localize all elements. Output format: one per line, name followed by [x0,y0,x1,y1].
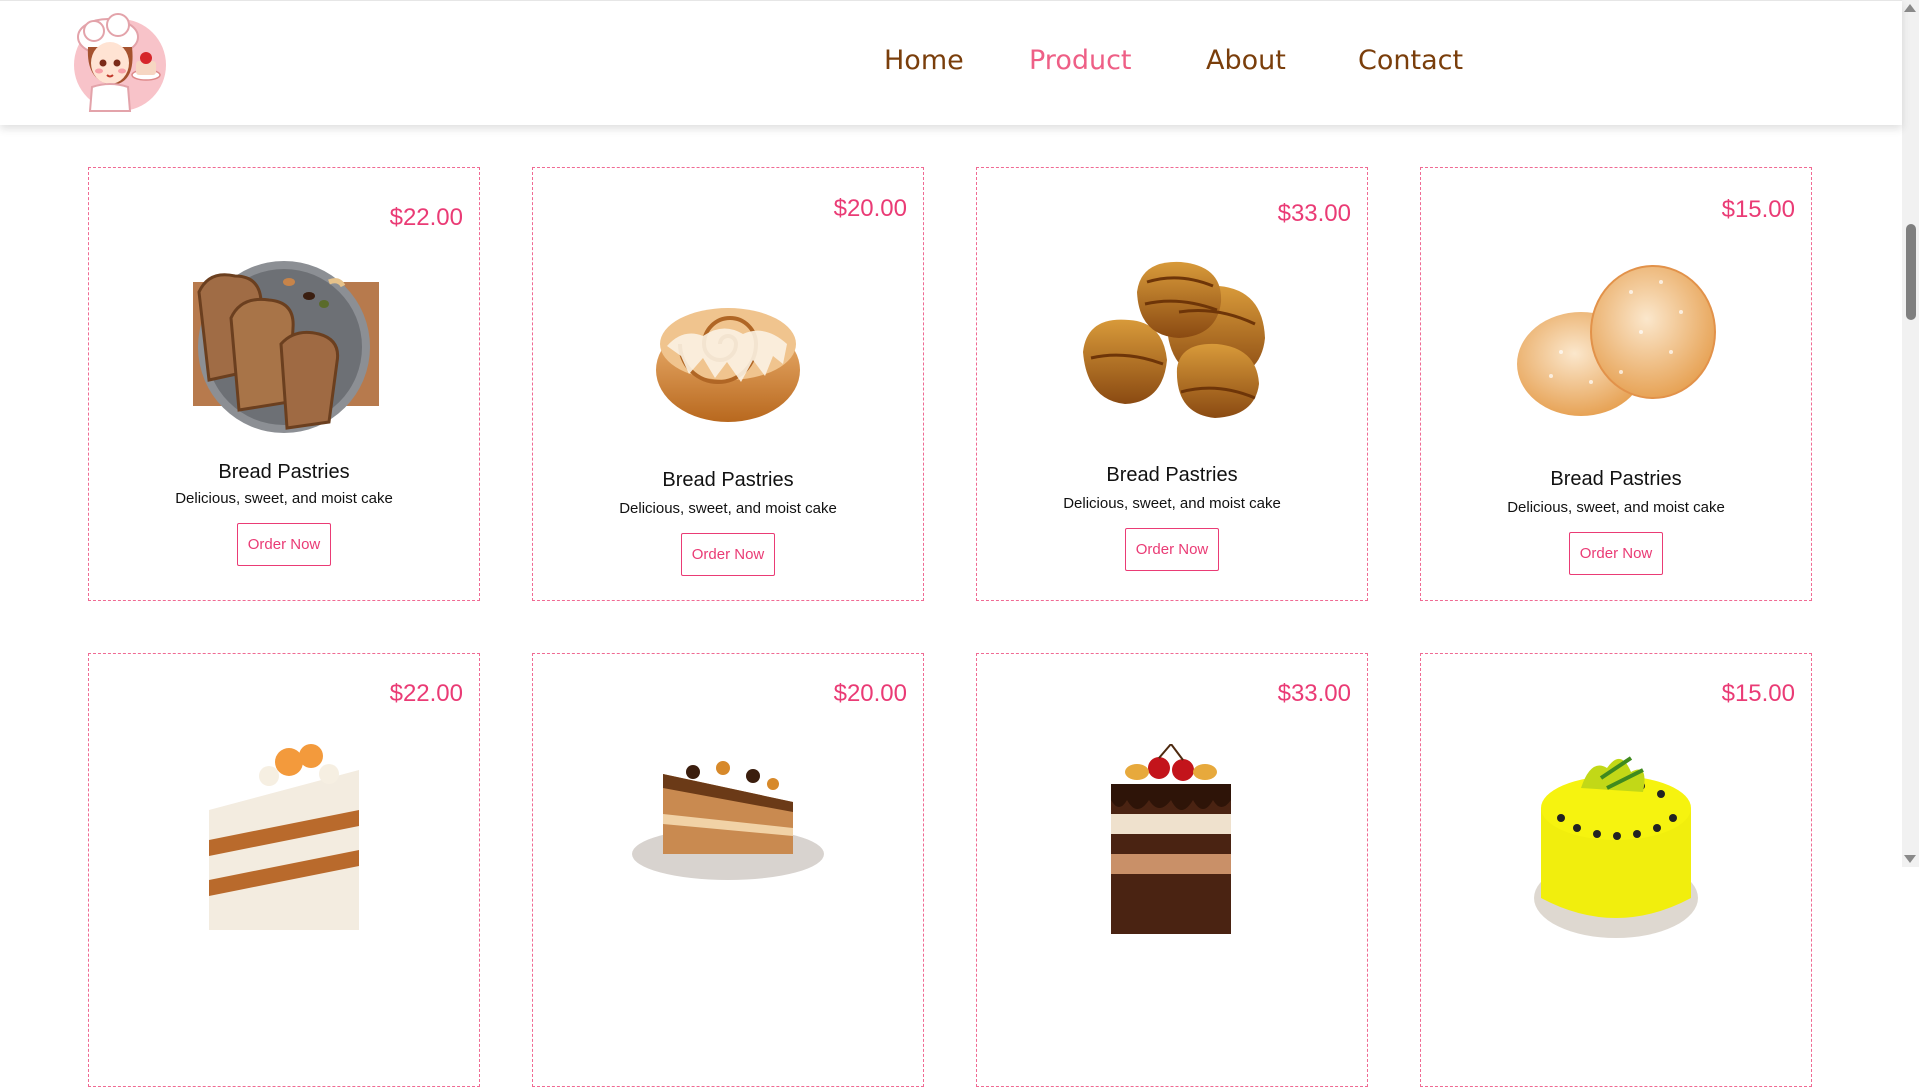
cherry-chocolate-cake-image [1067,742,1277,934]
order-now-button[interactable]: Order Now [1125,528,1219,571]
product-card: $22.00 [88,653,480,1087]
product-title: Bread Pastries [662,469,794,491]
scroll-up-arrow-icon[interactable] [1904,4,1916,12]
product-card: $22.00 Bread Pastries Delicious, sweet, … [88,167,480,601]
scrollbar-thumb[interactable] [1906,224,1916,320]
lemon-cake-image [1511,748,1721,938]
nav-product[interactable]: Product [1029,45,1132,76]
product-card: $33.00 [976,653,1368,1087]
product-card: $33.00 Bread Pastries Delicious, sweet, … [976,167,1368,601]
order-now-button[interactable]: Order Now [237,523,331,566]
product-price: $33.00 [1277,200,1351,227]
product-price: $20.00 [833,680,907,707]
order-now-button[interactable]: Order Now [1569,532,1663,575]
product-title: Bread Pastries [218,461,350,483]
chef-girl-logo[interactable] [66,11,170,115]
product-card: $15.00 [1420,653,1812,1087]
nav-home[interactable]: Home [884,45,964,76]
product-description: Delicious, sweet, and moist cake [1063,495,1281,512]
vertical-scrollbar[interactable] [1902,0,1919,867]
product-title: Bread Pastries [1550,468,1682,490]
cinnamon-roll-image [623,264,833,454]
carrot-cake-image [179,740,389,930]
product-price: $15.00 [1721,196,1795,223]
product-card: $20.00 [532,653,924,1087]
donuts-image [1511,252,1721,442]
product-price: $20.00 [833,195,907,222]
product-price: $22.00 [389,204,463,231]
bread-slices-image [179,252,389,442]
order-now-button[interactable]: Order Now [681,533,775,576]
product-card: $15.00 Bread Pastries Delicious, sweet, … [1420,167,1812,601]
product-title: Bread Pastries [1106,464,1238,486]
scroll-down-arrow-icon[interactable] [1904,855,1916,863]
product-description: Delicious, sweet, and moist cake [175,490,393,507]
product-price: $15.00 [1721,680,1795,707]
product-price: $33.00 [1277,680,1351,707]
croissants-image [1067,252,1277,442]
nav-contact[interactable]: Contact [1358,45,1463,76]
product-price: $22.00 [389,680,463,707]
navbar: Home Product About Contact [0,0,1902,125]
product-description: Delicious, sweet, and moist cake [619,500,837,517]
caramel-cake-image [623,754,833,944]
nav-about[interactable]: About [1206,45,1286,76]
product-card: $20.00 Bread Pastries Delicious, sweet, … [532,167,924,601]
product-description: Delicious, sweet, and moist cake [1507,499,1725,516]
